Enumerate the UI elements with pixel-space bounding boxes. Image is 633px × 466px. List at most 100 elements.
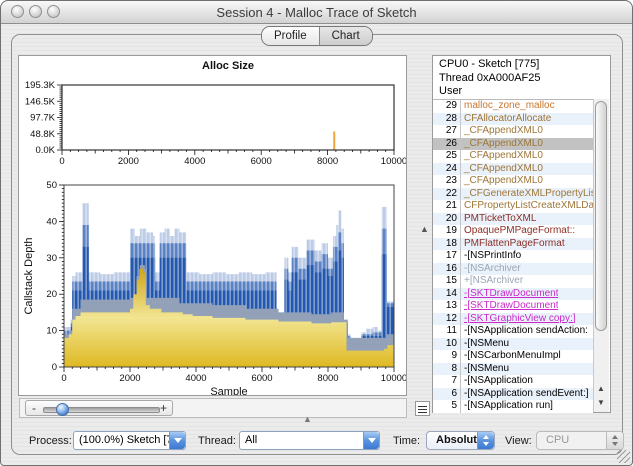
callstack-row[interactable]: 7 -[NSApplication <box>433 375 593 388</box>
zoom-slider-group: - + <box>25 400 173 416</box>
callstack-row-number: 20 <box>445 212 457 224</box>
callstack-row[interactable]: 5 -[NSApplication run] <box>433 400 593 413</box>
scrollbar-thumb[interactable] <box>595 101 607 331</box>
callstack-row[interactable]: 22 _CFGenerateXMLPropertyListT <box>433 187 593 200</box>
callstack-row-number: 29 <box>445 100 457 111</box>
svg-text:4000: 4000 <box>184 156 205 167</box>
callstack-row[interactable]: 12 -[SKTGraphicView copy:] <box>433 312 593 325</box>
zoom-scroll-strip: - + <box>19 398 407 418</box>
callstack-symbol: -[NSPrintInfo <box>460 250 521 263</box>
callstack-row-number: 10 <box>445 337 457 349</box>
tab-profile[interactable]: Profile <box>262 27 319 45</box>
callstack-row[interactable]: 25 _CFAppendXML0 <box>433 150 593 163</box>
callstack-row-number: 13 <box>445 300 457 311</box>
callstack-panel: CPU0 - Sketch [775] Thread 0xA000AF25 Us… <box>432 55 611 413</box>
callstack-row-number: 15 <box>445 275 457 286</box>
view-popup[interactable]: CPU <box>536 431 624 450</box>
process-value: (100.0%) Sketch [775] <box>79 434 169 446</box>
zoom-slider-thumb[interactable] <box>56 403 69 416</box>
chart-panel: Alloc Size 0.0K 48.8K 97.7K 146.5K 195.3K 0 200… <box>18 55 407 396</box>
callstack-symbol: PMTicketToXML <box>460 212 536 225</box>
scroll-down-icon[interactable]: ▼ <box>594 396 608 410</box>
svg-text:6000: 6000 <box>251 156 272 167</box>
drawer-handle-icon[interactable]: ▲ <box>303 415 312 424</box>
svg-text:10000: 10000 <box>381 156 406 167</box>
combo-arrow-icon[interactable] <box>363 432 379 449</box>
callstack-row[interactable]: 9 -[NSCarbonMenuImpl <box>433 350 593 363</box>
callstack-row-number: 12 <box>445 312 457 324</box>
callstack-row[interactable]: 6 -[NSApplication sendEvent:] <box>433 387 593 400</box>
zoom-slider-track[interactable] <box>43 403 160 416</box>
callstack-symbol: _CFGenerateXMLPropertyListT <box>460 187 593 200</box>
callstack-symbol: _CFAppendXML0 <box>460 175 543 188</box>
svg-text:2000: 2000 <box>118 156 139 167</box>
callstack-row[interactable]: 21 CFPropertyListCreateXMLData <box>433 200 593 213</box>
callstack-row-number: 22 <box>445 187 457 199</box>
combo-arrow-icon[interactable] <box>169 432 185 449</box>
callstack-symbol: _CFAppendXML0 <box>460 162 543 175</box>
svg-text:8000: 8000 <box>317 373 338 384</box>
time-popup[interactable]: Absolute <box>426 431 495 450</box>
popup-stepper-icon <box>606 432 623 449</box>
callstack-row[interactable]: 19 OpaquePMPageFormat:: <box>433 225 593 238</box>
callstack-symbol: malloc_zone_malloc <box>460 100 555 113</box>
callstack-scrollbar[interactable]: ▲ ▼ <box>593 99 609 412</box>
callstack-row[interactable]: 28 CFAllocatorAllocate <box>433 112 593 125</box>
time-label: Time: <box>393 435 421 447</box>
thread-combo[interactable]: All <box>239 431 380 450</box>
svg-text:Alloc Size: Alloc Size <box>202 60 254 72</box>
svg-text:8000: 8000 <box>317 156 338 167</box>
callstack-row[interactable]: 17 -[NSPrintInfo <box>433 250 593 263</box>
callstack-row[interactable]: 23 _CFAppendXML0 <box>433 175 593 188</box>
resize-grip[interactable] <box>617 450 630 463</box>
thread-label: Thread: <box>198 435 236 447</box>
callstack-row[interactable]: 13 -[SKTDrawDocument <box>433 300 593 313</box>
callstack-symbol: _CFAppendXML0 <box>460 150 543 163</box>
splitter-collapse-icon[interactable]: ▲ <box>420 225 429 234</box>
svg-text:40: 40 <box>46 216 57 227</box>
callstack-symbol: -[NSMenu <box>460 337 509 350</box>
callstack-row[interactable]: 16 -[NSArchiver <box>433 262 593 275</box>
callstack-symbol: -[NSApplication sendAction: <box>460 325 588 338</box>
zoom-in-label[interactable]: + <box>160 401 167 415</box>
zoom-out-label[interactable]: - <box>32 401 36 415</box>
callstack-row[interactable]: 8 -[NSMenu <box>433 362 593 375</box>
tab-chart[interactable]: Chart <box>318 27 372 45</box>
callstack-row[interactable]: 20 PMTicketToXML <box>433 212 593 225</box>
svg-text:97.7K: 97.7K <box>30 113 55 124</box>
process-combo[interactable]: (100.0%) Sketch [775] <box>73 431 186 450</box>
callstack-row-number: 19 <box>445 225 457 236</box>
list-icon <box>418 405 427 413</box>
callstack-row[interactable]: 27 _CFAppendXML0 <box>433 125 593 138</box>
callstack-row[interactable]: 11 -[NSApplication sendAction: <box>433 325 593 338</box>
callstack-row[interactable]: 15 +[NSArchiver <box>433 275 593 288</box>
callstack-row[interactable]: 18 PMFlattenPageFormat <box>433 237 593 250</box>
title-bar[interactable]: Session 4 - Malloc Trace of Sketch <box>1 1 632 24</box>
callstack-row[interactable]: 24 _CFAppendXML0 <box>433 162 593 175</box>
callstack-row[interactable]: 26 _CFAppendXML0 <box>433 137 593 150</box>
callstack-row-number: 28 <box>445 112 457 124</box>
callstack-row-number: 21 <box>445 200 457 211</box>
callstack-row[interactable]: 14 -[SKTDrawDocument <box>433 287 593 300</box>
view-value: CPU <box>546 434 570 446</box>
callstack-row-number: 24 <box>445 162 457 174</box>
callstack-row-number: 5 <box>451 400 457 411</box>
svg-text:48.8K: 48.8K <box>30 129 55 140</box>
callstack-process: CPU0 - Sketch [775] <box>439 58 540 70</box>
time-value: Absolute <box>436 434 484 446</box>
svg-text:2000: 2000 <box>119 373 140 384</box>
callstack-symbol: -[SKTGraphicView copy:] <box>460 312 576 325</box>
scroll-up-icon[interactable]: ▲ <box>594 382 608 396</box>
callstack-row[interactable]: 10 -[NSMenu <box>433 337 593 350</box>
callstack-row[interactable]: 29 malloc_zone_malloc <box>433 100 593 113</box>
callstack-row-number: 8 <box>451 362 457 374</box>
thread-value: All <box>245 434 258 446</box>
callstack-row-number: 27 <box>445 125 457 136</box>
list-view-button[interactable] <box>415 401 430 416</box>
svg-text:30: 30 <box>46 253 57 264</box>
popup-stepper-icon[interactable] <box>477 432 494 449</box>
window-title: Session 4 - Malloc Trace of Sketch <box>216 5 417 20</box>
callstack-symbol: CFAllocatorAllocate <box>460 112 551 125</box>
svg-text:146.5K: 146.5K <box>25 96 56 107</box>
callstack-row-number: 9 <box>451 350 457 361</box>
